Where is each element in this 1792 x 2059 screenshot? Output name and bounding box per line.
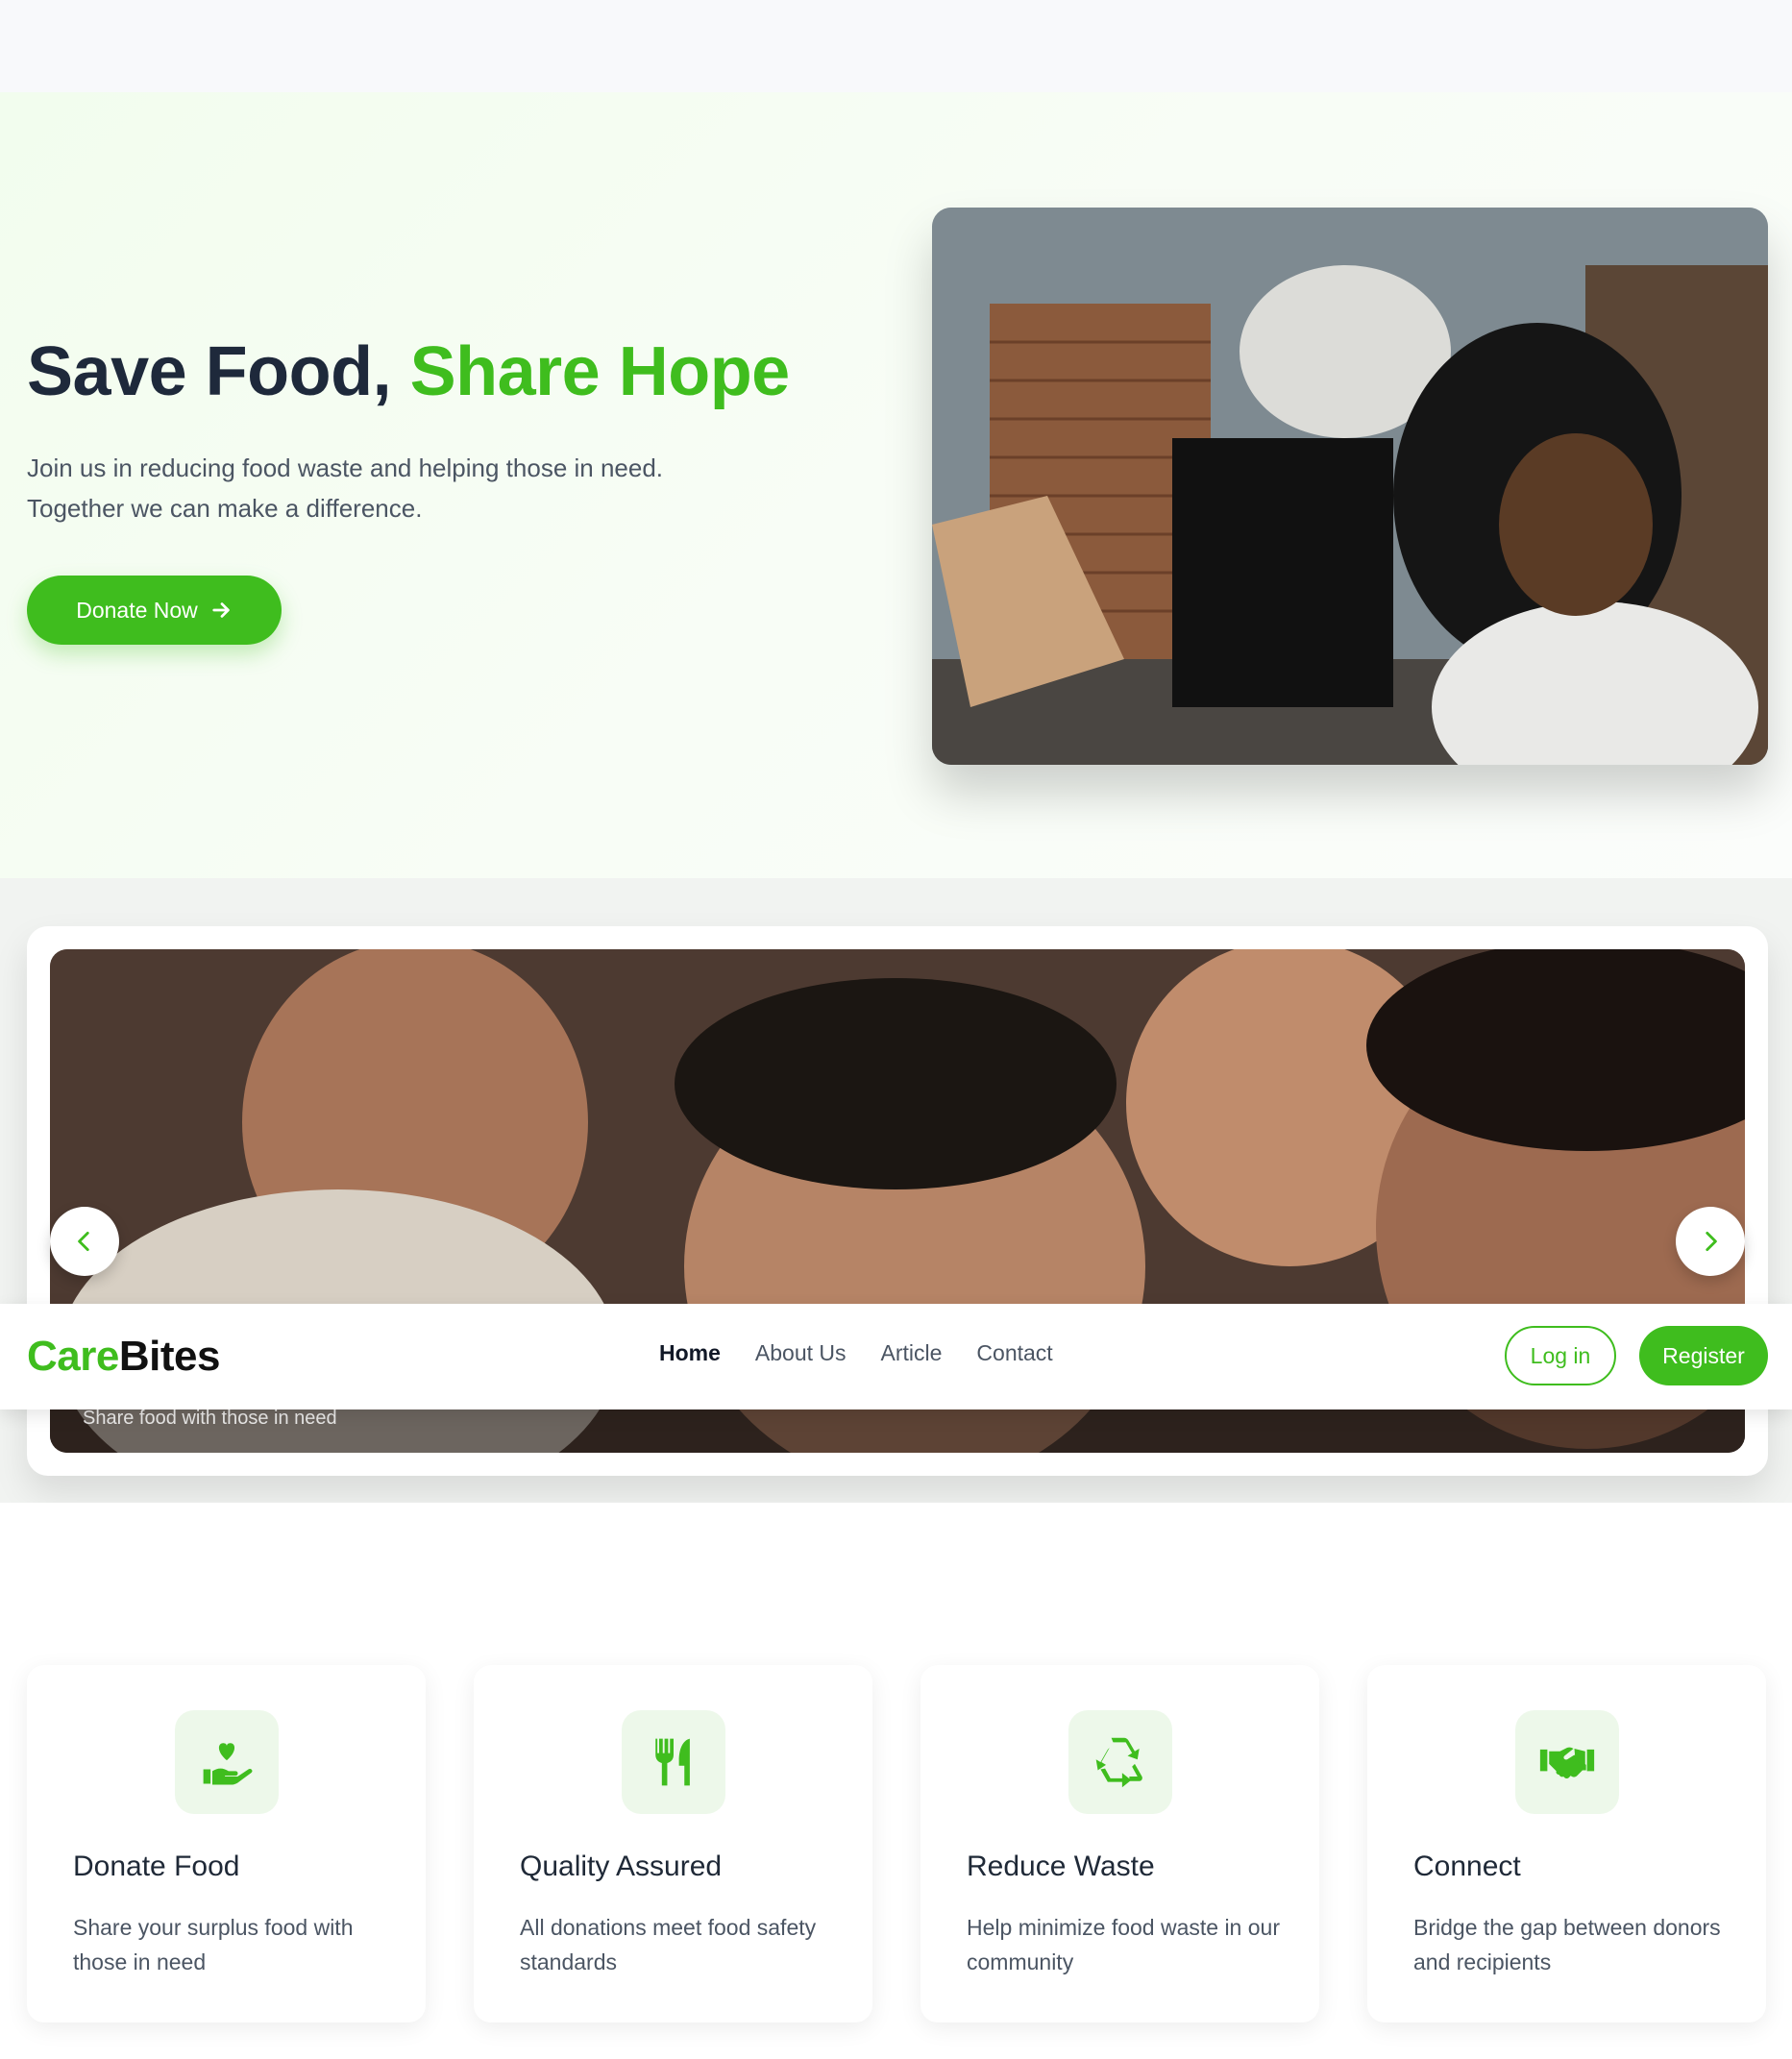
hero-subtitle: Join us in reducing food waste and helpi… bbox=[27, 453, 664, 523]
donate-now-button[interactable]: Donate Now bbox=[27, 576, 282, 645]
hero-title-main: Save Food, bbox=[27, 333, 392, 410]
feature-icon-box bbox=[1515, 1710, 1619, 1814]
donate-now-label: Donate Now bbox=[76, 597, 198, 623]
arrow-right-icon bbox=[212, 602, 230, 618]
feature-card-quality-assured: Quality Assured All donations meet food … bbox=[474, 1665, 872, 2022]
top-strip bbox=[0, 0, 1792, 92]
logo[interactable]: CareBites bbox=[27, 1333, 220, 1381]
feature-icon-box bbox=[175, 1710, 279, 1814]
feature-description: Bridge the gap between donors and recipi… bbox=[1413, 1915, 1721, 1974]
hero-title: Save Food, Share Hope bbox=[27, 332, 790, 411]
feature-title: Donate Food bbox=[73, 1851, 240, 1882]
nav-links: Home About Us Article Contact bbox=[659, 1340, 1053, 1366]
feature-description: Help minimize food waste in our communit… bbox=[967, 1915, 1280, 1974]
nav-link-home[interactable]: Home bbox=[659, 1340, 721, 1366]
logo-care: Care bbox=[27, 1333, 119, 1380]
feature-description: Share your surplus food with those in ne… bbox=[73, 1915, 354, 1974]
hero-image-volunteers bbox=[932, 208, 1768, 765]
features-section: Donate Food Share your surplus food with… bbox=[0, 1503, 1792, 2059]
carousel-prev-button[interactable] bbox=[50, 1207, 119, 1276]
nav-link-contact[interactable]: Contact bbox=[976, 1340, 1052, 1366]
feature-icon-box bbox=[622, 1710, 725, 1814]
chevron-left-icon bbox=[78, 1231, 89, 1252]
feature-card-donate-food: Donate Food Share your surplus food with… bbox=[27, 1665, 426, 2022]
register-button[interactable]: Register bbox=[1639, 1326, 1768, 1385]
chevron-right-icon bbox=[1706, 1231, 1717, 1252]
login-button[interactable]: Log in bbox=[1505, 1326, 1616, 1385]
hero-section: Save Food, Share Hope Join us in reducin… bbox=[0, 92, 1792, 878]
recycle-icon bbox=[1095, 1737, 1142, 1788]
hero-photo-illustration bbox=[932, 208, 1768, 765]
feature-description: All donations meet food safety standards bbox=[520, 1915, 817, 1974]
carousel-caption: Share food with those in need bbox=[83, 1408, 337, 1429]
utensils-icon bbox=[655, 1738, 690, 1786]
feature-card-reduce-waste: Reduce Waste Help minimize food waste in… bbox=[921, 1665, 1319, 2022]
feature-title: Reduce Waste bbox=[967, 1851, 1155, 1882]
handshake-icon bbox=[1539, 1747, 1595, 1778]
nav-link-about-us[interactable]: About Us bbox=[755, 1340, 847, 1366]
carousel-next-button[interactable] bbox=[1676, 1207, 1745, 1276]
feature-icon-box bbox=[1068, 1710, 1172, 1814]
hero-title-accent: Share Hope bbox=[409, 333, 791, 410]
feature-title: Connect bbox=[1413, 1851, 1521, 1882]
feature-title: Quality Assured bbox=[520, 1851, 723, 1882]
nav-link-article[interactable]: Article bbox=[881, 1340, 943, 1366]
hand-holding-heart-icon bbox=[203, 1743, 253, 1785]
logo-bites: Bites bbox=[118, 1333, 221, 1380]
navbar: CareBites Home About Us Article Contact … bbox=[0, 1304, 1792, 1409]
feature-card-connect: Connect Bridge the gap between donors an… bbox=[1367, 1665, 1766, 2022]
